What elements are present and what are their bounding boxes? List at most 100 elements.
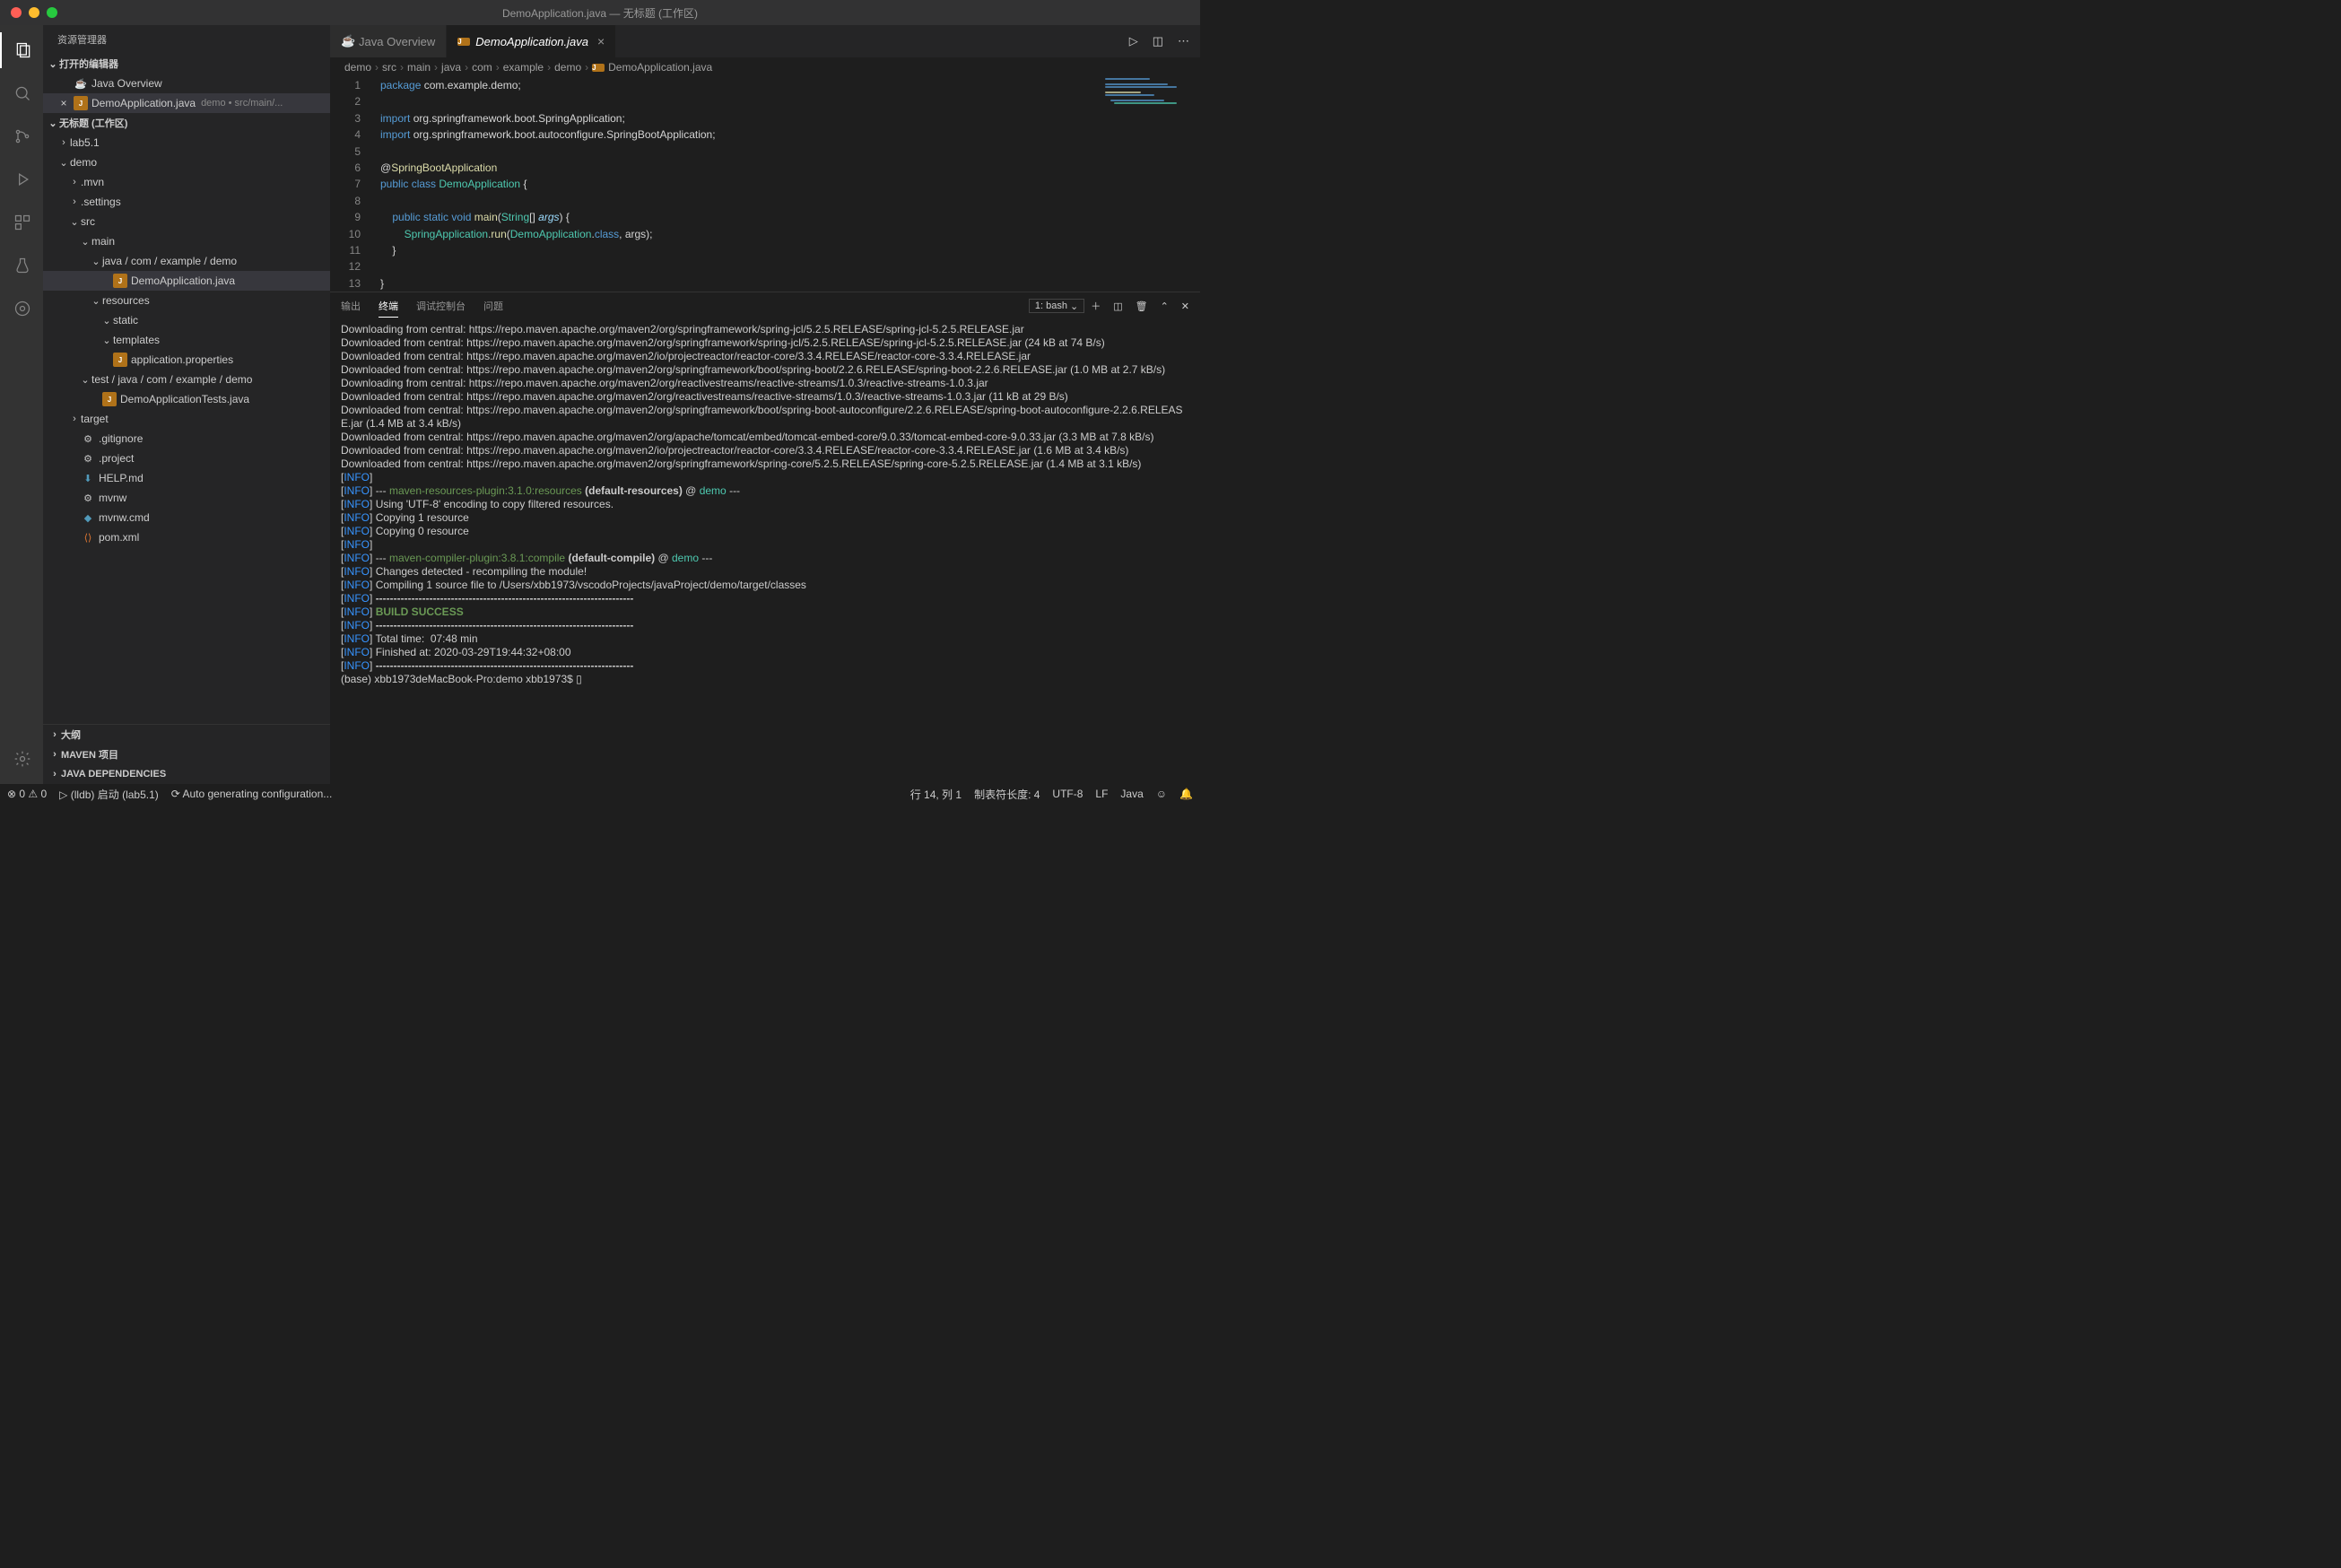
section-header[interactable]: MAVEN 项目: [43, 745, 330, 764]
folder-item[interactable]: demo: [43, 152, 330, 172]
split-terminal-icon[interactable]: ◫: [1113, 301, 1122, 312]
new-terminal-icon[interactable]: ＋: [1091, 299, 1101, 313]
extensions-icon[interactable]: [1, 205, 44, 240]
folder-item[interactable]: lab5.1: [43, 133, 330, 152]
status-item[interactable]: Java: [1120, 787, 1143, 802]
breadcrumb-item[interactable]: src: [382, 61, 396, 74]
breadcrumb-item[interactable]: example: [503, 61, 544, 74]
chevron-icon: [68, 196, 81, 207]
run-icon[interactable]: ▷: [1129, 34, 1138, 48]
maximize-window[interactable]: [47, 7, 57, 18]
file-item[interactable]: mvnw.cmd: [43, 508, 330, 527]
chevron-icon: [90, 256, 102, 267]
breadcrumb-item[interactable]: java: [441, 61, 461, 74]
folder-item[interactable]: java / com / example / demo: [43, 251, 330, 271]
breadcrumb-item[interactable]: DemoApplication.java: [608, 61, 712, 74]
panel-tabs: 输出终端调试控制台问题 1: bash ⌄ ＋ ◫ 🗑 ⌃ ✕: [330, 292, 1200, 319]
title-bar: DemoApplication.java — 无标题 (工作区): [0, 0, 1200, 25]
breadcrumb[interactable]: demo›src›main›java›com›example›demo›Demo…: [330, 57, 1200, 77]
window-controls: [0, 7, 57, 18]
file-item[interactable]: application.properties: [43, 350, 330, 370]
folder-item[interactable]: resources: [43, 291, 330, 310]
minimize-window[interactable]: [29, 7, 39, 18]
status-item[interactable]: ⟳ Auto generating configuration...: [171, 787, 333, 802]
section-header[interactable]: JAVA DEPENDENCIES: [43, 764, 330, 784]
more-icon[interactable]: ⋯: [1178, 34, 1189, 48]
panel-tab[interactable]: 终端: [379, 295, 398, 318]
remote-icon[interactable]: [1, 291, 44, 327]
file-tree: lab5.1demo.mvn.settingssrcmainjava / com…: [43, 133, 330, 724]
folder-item[interactable]: target: [43, 409, 330, 429]
section-header[interactable]: 大纲: [43, 725, 330, 745]
folder-item[interactable]: static: [43, 310, 330, 330]
minimap[interactable]: [1101, 77, 1200, 131]
folder-item[interactable]: .settings: [43, 192, 330, 212]
chevron-icon: [68, 414, 81, 424]
folder-item[interactable]: main: [43, 231, 330, 251]
close-window[interactable]: [11, 7, 22, 18]
file-item[interactable]: DemoApplication.java: [43, 271, 330, 291]
window-title: DemoApplication.java — 无标题 (工作区): [502, 5, 698, 21]
close-tab-icon[interactable]: ×: [597, 34, 605, 48]
chevron-icon: [57, 137, 70, 148]
file-icon: [81, 451, 95, 466]
search-icon[interactable]: [1, 75, 44, 111]
status-item[interactable]: ▷ (lldb) 启动 (lab5.1): [59, 787, 159, 802]
file-icon: [102, 392, 117, 406]
chevron-icon: [68, 177, 81, 187]
terminal-output[interactable]: Downloading from central: https://repo.m…: [330, 319, 1200, 784]
breadcrumb-item[interactable]: com: [472, 61, 492, 74]
open-editor-item[interactable]: ×DemoApplication.javademo • src/main/...: [43, 93, 330, 113]
breadcrumb-item[interactable]: demo: [344, 61, 371, 74]
panel-tab[interactable]: 输出: [341, 295, 361, 318]
test-icon[interactable]: [1, 248, 44, 283]
status-item[interactable]: UTF-8: [1052, 787, 1083, 802]
folder-item[interactable]: .mvn: [43, 172, 330, 192]
open-editors-header[interactable]: 打开的编辑器: [43, 54, 330, 74]
file-item[interactable]: .gitignore: [43, 429, 330, 449]
code-editor[interactable]: 12345678910111213 package com.example.de…: [330, 77, 1200, 292]
breadcrumb-item[interactable]: main: [407, 61, 431, 74]
editor-tab[interactable]: DemoApplication.java×: [447, 25, 616, 57]
close-icon[interactable]: ×: [57, 97, 70, 109]
folder-item[interactable]: test / java / com / example / demo: [43, 370, 330, 389]
chevron-up-icon[interactable]: ⌃: [1161, 301, 1169, 312]
editor-tabs: Java OverviewDemoApplication.java× ▷ ◫ ⋯: [330, 25, 1200, 57]
editor-area: Java OverviewDemoApplication.java× ▷ ◫ ⋯…: [330, 25, 1200, 784]
editor-tab[interactable]: Java Overview: [330, 25, 447, 57]
trash-icon[interactable]: 🗑: [1136, 301, 1148, 312]
breadcrumb-item[interactable]: demo: [554, 61, 581, 74]
folder-item[interactable]: templates: [43, 330, 330, 350]
split-editor-icon[interactable]: ◫: [1153, 34, 1163, 48]
settings-icon[interactable]: [1, 741, 44, 777]
file-item[interactable]: .project: [43, 449, 330, 468]
file-item[interactable]: HELP.md: [43, 468, 330, 488]
folder-item[interactable]: src: [43, 212, 330, 231]
status-item[interactable]: 行 14, 列 1: [910, 787, 962, 802]
file-icon: [341, 34, 353, 48]
explorer-icon[interactable]: [0, 32, 43, 68]
close-panel-icon[interactable]: ✕: [1181, 301, 1189, 312]
status-item[interactable]: 🔔: [1179, 787, 1193, 802]
open-editor-item[interactable]: Java Overview: [43, 74, 330, 93]
file-item[interactable]: mvnw: [43, 488, 330, 508]
chevron-icon: [100, 335, 113, 346]
file-icon: [592, 64, 605, 72]
workspace-header[interactable]: 无标题 (工作区): [43, 113, 330, 133]
status-item[interactable]: LF: [1095, 787, 1108, 802]
file-item[interactable]: pom.xml: [43, 527, 330, 547]
status-item[interactable]: 制表符长度: 4: [974, 787, 1040, 802]
file-icon: [74, 76, 88, 91]
status-item[interactable]: ☺: [1156, 787, 1167, 802]
debug-icon[interactable]: [1, 161, 44, 197]
chevron-icon: [100, 315, 113, 327]
status-bar: ⊗ 0 ⚠ 0 ▷ (lldb) 启动 (lab5.1) ⟳ Auto genera…: [0, 784, 1200, 804]
terminal-selector[interactable]: 1: bash: [1029, 299, 1084, 313]
activity-bar: [0, 25, 43, 784]
file-item[interactable]: DemoApplicationTests.java: [43, 389, 330, 409]
status-item[interactable]: ⊗ 0 ⚠ 0: [7, 787, 47, 802]
panel-tab[interactable]: 调试控制台: [416, 295, 466, 318]
chevron-icon: [79, 374, 91, 386]
panel-tab[interactable]: 问题: [483, 295, 503, 318]
source-control-icon[interactable]: [1, 118, 44, 154]
